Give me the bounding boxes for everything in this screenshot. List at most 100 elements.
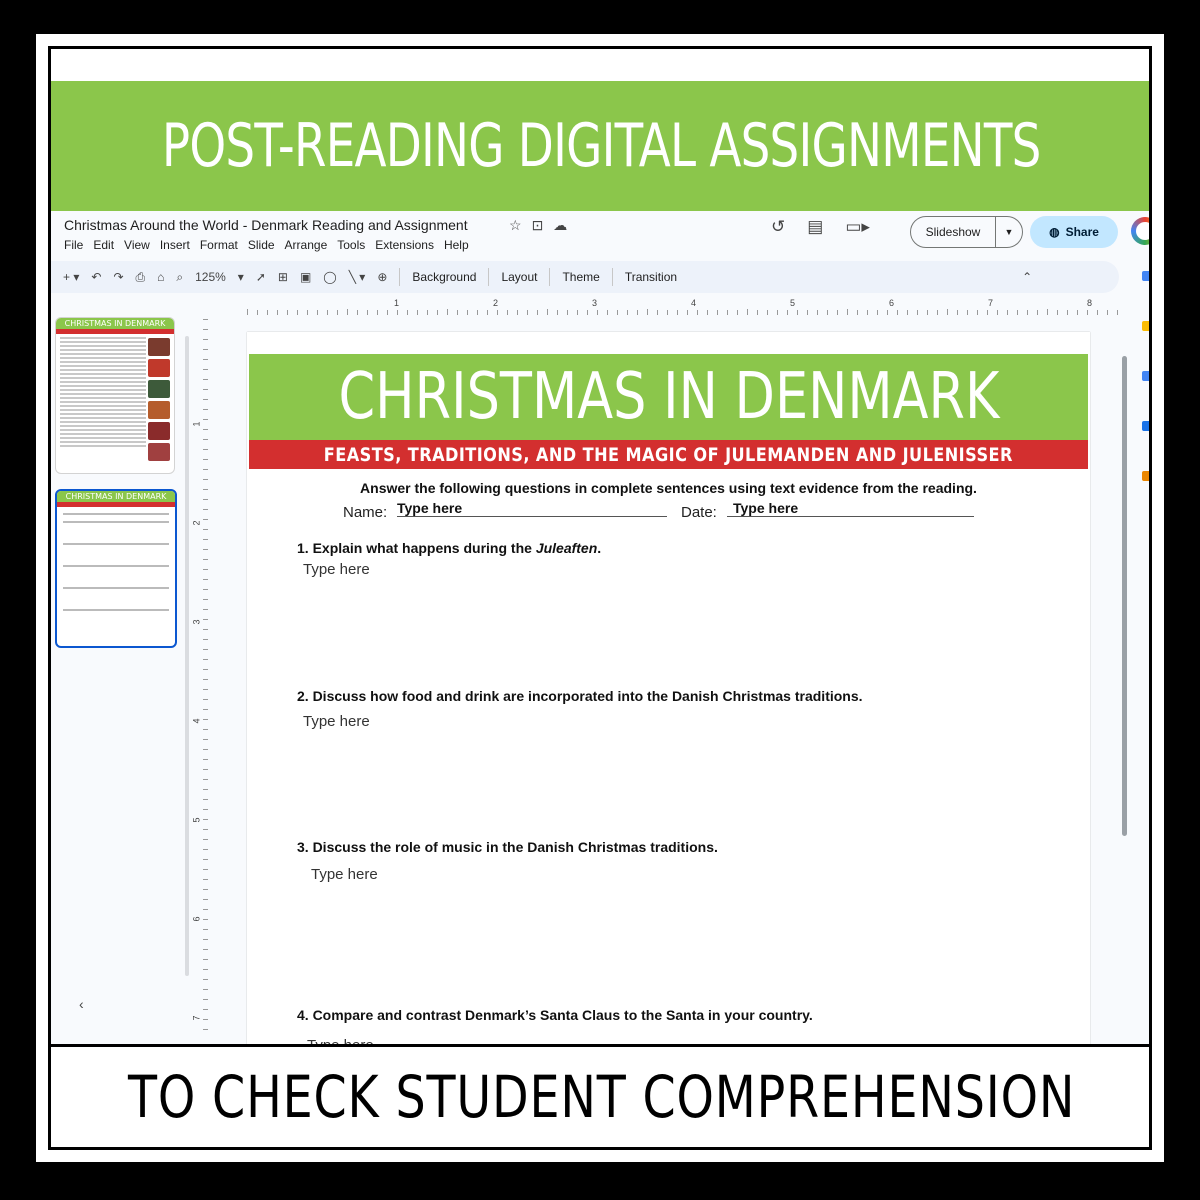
canvas-scrollbar[interactable] [1122, 356, 1127, 836]
ruler-tick [487, 310, 488, 315]
ruler-tick [377, 310, 378, 315]
side-panel-rail [1136, 261, 1149, 561]
ruler-tick [1077, 310, 1078, 315]
line-icon[interactable]: ╲ ▾ [349, 270, 366, 284]
ruler-tick [937, 310, 938, 315]
layout-button[interactable]: Layout [501, 270, 537, 284]
history-icon[interactable]: ↺ [771, 217, 785, 237]
collapse-left-icon[interactable]: ‹ [79, 996, 84, 1012]
menu-file[interactable]: File [64, 238, 83, 252]
star-icon[interactable]: ☆ [509, 217, 532, 233]
ruler-tick [203, 559, 208, 560]
zoom-dropdown-icon[interactable]: ▾ [238, 270, 244, 284]
shape-icon[interactable]: ◯ [323, 270, 336, 284]
comment-icon[interactable]: ▤ [807, 217, 823, 237]
ruler-tick [203, 589, 208, 590]
slide-thumbnail-2[interactable]: CHRISTMAS IN DENMARK [55, 489, 177, 648]
ruler-tick [203, 709, 208, 710]
menu-arrange[interactable]: Arrange [285, 238, 328, 252]
answer-1-field[interactable]: Type here [303, 561, 370, 578]
ruler-tick [547, 309, 548, 315]
redo-icon[interactable]: ↷ [113, 270, 123, 284]
menu-bar: File Edit View Insert Format Slide Arran… [64, 238, 479, 252]
filmstrip-panel: CHRISTMAS IN DENMARK CHRISTMAS IN DENMAR… [51, 311, 191, 1041]
select-tool-icon[interactable]: ➚ [256, 270, 266, 284]
ruler-tick [567, 310, 568, 315]
ruler-tick [577, 310, 578, 315]
menu-slide[interactable]: Slide [248, 238, 275, 252]
print-icon[interactable]: ⎙ [136, 270, 146, 285]
menu-view[interactable]: View [124, 238, 150, 252]
ruler-tick [203, 649, 208, 650]
ruler-tick [877, 310, 878, 315]
account-avatar[interactable] [1131, 217, 1149, 245]
date-field[interactable]: Type here [727, 500, 974, 517]
ruler-tick [203, 989, 208, 990]
name-field[interactable]: Type here [397, 500, 667, 517]
menu-help[interactable]: Help [444, 238, 469, 252]
menu-format[interactable]: Format [200, 238, 238, 252]
ruler-tick [203, 1019, 208, 1020]
share-button[interactable]: ◍ Share [1030, 216, 1118, 248]
ruler-tick [203, 469, 208, 470]
ruler-tick [203, 809, 208, 810]
ruler-tick [407, 310, 408, 315]
maps-icon[interactable] [1142, 471, 1149, 481]
ruler-tick [203, 849, 208, 850]
slideshow-label[interactable]: Slideshow [911, 217, 996, 247]
bottom-banner-title: TO CHECK STUDENT COMPREHENSION [127, 1063, 1076, 1131]
ruler-tick [357, 310, 358, 315]
chevron-down-icon[interactable]: ▼ [996, 227, 1022, 237]
zoom-icon[interactable]: ⌕ [176, 270, 183, 285]
transition-button[interactable]: Transition [625, 270, 677, 284]
ruler-tick [967, 310, 968, 315]
slideshow-button[interactable]: Slideshow ▼ [910, 216, 1023, 248]
ruler-tick [203, 459, 208, 460]
answer-3-field[interactable]: Type here [311, 866, 378, 883]
slide-thumbnail-1[interactable]: CHRISTMAS IN DENMARK [55, 317, 175, 474]
zoom-value[interactable]: 125% [195, 270, 226, 284]
document-title[interactable]: Christmas Around the World - Denmark Rea… [64, 217, 468, 233]
cloud-status-icon[interactable]: ☁ [553, 217, 577, 233]
ruler-tick [203, 829, 208, 830]
paint-format-icon[interactable]: ⌂ [157, 270, 164, 284]
ruler-tick [627, 310, 628, 315]
image-icon[interactable]: ▣ [300, 270, 311, 284]
keep-icon[interactable] [1142, 321, 1149, 331]
filmstrip-scrollbar[interactable] [185, 336, 189, 976]
ruler-tick [1087, 310, 1088, 315]
answer-2-field[interactable]: Type here [303, 713, 370, 730]
ruler-tick [727, 310, 728, 315]
slide-canvas[interactable]: CHRISTMAS IN DENMARK FEASTS, TRADITIONS,… [247, 332, 1090, 1050]
menu-insert[interactable]: Insert [160, 238, 190, 252]
textbox-icon[interactable]: ⊞ [278, 270, 288, 284]
top-banner: POST-READING DIGITAL ASSIGNMENTS [51, 81, 1149, 211]
globe-icon: ◍ [1049, 225, 1060, 239]
tasks-icon[interactable] [1142, 371, 1149, 381]
ruler-tick [203, 419, 208, 420]
ruler-tick [517, 310, 518, 315]
ruler-number: 1 [191, 421, 202, 427]
ruler-tick [203, 499, 208, 500]
meet-icon[interactable]: ▭▸ [845, 217, 870, 237]
ruler-tick [203, 979, 208, 980]
contacts-icon[interactable] [1142, 421, 1149, 431]
ruler-tick [537, 310, 538, 315]
undo-icon[interactable]: ↶ [91, 270, 101, 284]
ruler-tick [597, 310, 598, 315]
menu-tools[interactable]: Tools [337, 238, 365, 252]
calendar-icon[interactable] [1142, 271, 1149, 281]
menu-extensions[interactable]: Extensions [375, 238, 434, 252]
background-button[interactable]: Background [412, 270, 476, 284]
thumb-images [148, 338, 170, 464]
menu-edit[interactable]: Edit [93, 238, 114, 252]
ruler-tick [203, 329, 208, 330]
chevron-up-icon[interactable]: ⌃ [1022, 270, 1032, 284]
move-folder-icon[interactable]: ⊡ [532, 217, 554, 233]
ruler-tick [203, 529, 208, 530]
comment-add-icon[interactable]: ⊕ [377, 270, 387, 284]
ruler-tick [317, 310, 318, 315]
ruler-tick [427, 310, 428, 315]
theme-button[interactable]: Theme [562, 270, 599, 284]
new-slide-icon[interactable]: + ▾ [63, 270, 79, 284]
